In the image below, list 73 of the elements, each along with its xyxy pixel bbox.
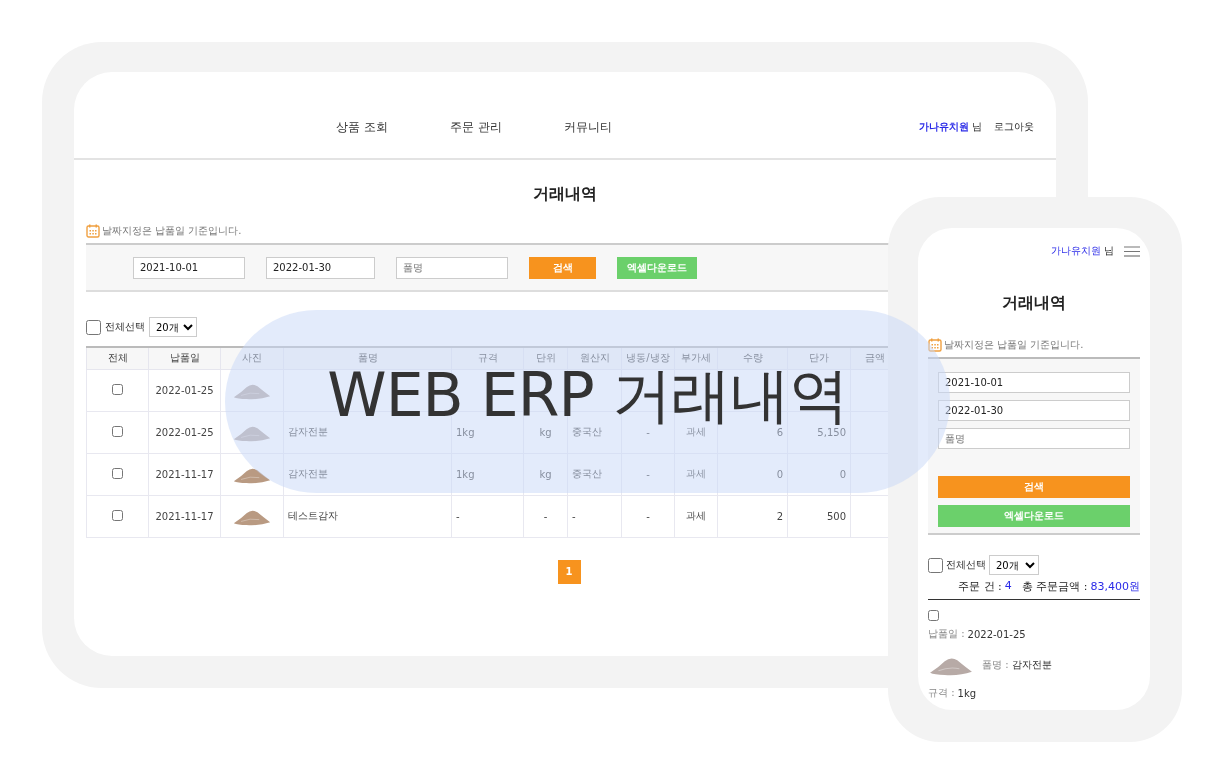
column-header: 냉동/냉장: [621, 347, 675, 369]
page-title: 거래내역: [1001, 293, 1067, 314]
column-header: 품명: [283, 347, 452, 369]
checkbox[interactable]: [112, 509, 123, 521]
table-cell: 2021-11-17: [148, 453, 221, 495]
product-name: 감자전분: [1011, 657, 1052, 672]
table-cell: 중국산: [567, 453, 622, 495]
checkbox[interactable]: [928, 557, 943, 573]
date-notice: 날짜지정은 납품일 기준입니다.: [944, 338, 1084, 352]
nav-link[interactable]: 커뮤니티: [563, 118, 612, 136]
table-cell: 과세: [674, 495, 718, 537]
table-cell: 500: [787, 495, 851, 537]
user-name: 가나유치원: [919, 120, 969, 134]
date-to-field[interactable]: 2022-01-30: [938, 400, 1130, 421]
product-spec: 1kg: [957, 687, 977, 699]
product-name-field[interactable]: 품명: [938, 428, 1130, 449]
select-all-label: 전체선택: [105, 320, 145, 334]
order-count-label: 주문 건 :: [958, 579, 1002, 594]
logout-link[interactable]: 로그아웃: [994, 120, 1034, 134]
page-title: 거래내역: [532, 184, 598, 205]
user-suffix: 님: [972, 120, 982, 134]
table-cell: 2021-11-17: [148, 495, 221, 537]
field-label: 납품일 :: [928, 627, 965, 641]
table-cell: 테스트감자: [283, 495, 452, 537]
column-header: 부가세: [674, 347, 718, 369]
table-cell: -: [523, 495, 568, 537]
select-all-label: 전체선택: [946, 558, 986, 572]
table-cell: 감자전분: [283, 453, 452, 495]
table-cell: -: [621, 453, 675, 495]
checkbox[interactable]: [112, 383, 123, 395]
checkbox[interactable]: [928, 610, 939, 621]
delivery-date: 2022-01-25: [967, 628, 1026, 640]
calendar-icon: [86, 224, 100, 238]
column-header: 납품일: [148, 347, 221, 369]
table-cell: -: [621, 495, 675, 537]
checkbox[interactable]: [86, 319, 101, 335]
order-total-label: 총 주문금액 :: [1021, 579, 1088, 594]
table-cell: kg: [523, 453, 568, 495]
table-cell: 2022-01-25: [148, 369, 221, 411]
nav-link[interactable]: 상품 조회: [336, 118, 388, 136]
table-cell: -: [451, 495, 524, 537]
field-label: 품명 :: [982, 657, 1009, 672]
date-to-field[interactable]: 2022-01-30: [266, 256, 375, 279]
checkbox[interactable]: [112, 467, 123, 479]
user-name: 가나유치원: [1051, 244, 1101, 258]
product-name-field[interactable]: 품명: [396, 256, 508, 279]
page-size-select[interactable]: 20개: [149, 317, 197, 337]
table-cell: 2: [717, 495, 788, 537]
column-header: 수량: [717, 347, 788, 369]
checkbox[interactable]: [112, 425, 123, 437]
date-from-field[interactable]: 2021-10-01: [133, 256, 245, 279]
table-cell: 2022-01-25: [148, 411, 221, 453]
column-header: 전체: [86, 347, 149, 369]
date-notice: 날짜지정은 납품일 기준입니다.: [102, 224, 242, 238]
field-label: 규격 :: [928, 686, 955, 700]
order-total: 83,400원: [1090, 579, 1140, 594]
column-header: 단위: [523, 347, 568, 369]
column-header: 단가: [787, 347, 851, 369]
column-header: 규격: [451, 347, 524, 369]
nav-link[interactable]: 주문 관리: [449, 118, 502, 136]
table-cell: -: [567, 495, 622, 537]
calendar-icon: [928, 338, 942, 352]
table-cell: 1kg: [451, 453, 524, 495]
table-cell: 0: [787, 453, 851, 495]
table-cell: 과세: [674, 453, 718, 495]
table-cell: 0: [717, 453, 788, 495]
date-from-field[interactable]: 2021-10-01: [938, 372, 1130, 393]
user-suffix: 님: [1104, 244, 1114, 258]
page-size-select[interactable]: 20개: [989, 555, 1039, 575]
column-header: 사진: [220, 347, 284, 369]
order-count: 4: [1004, 579, 1012, 594]
menu-icon[interactable]: [1124, 245, 1140, 257]
column-header: 원산지: [567, 347, 622, 369]
